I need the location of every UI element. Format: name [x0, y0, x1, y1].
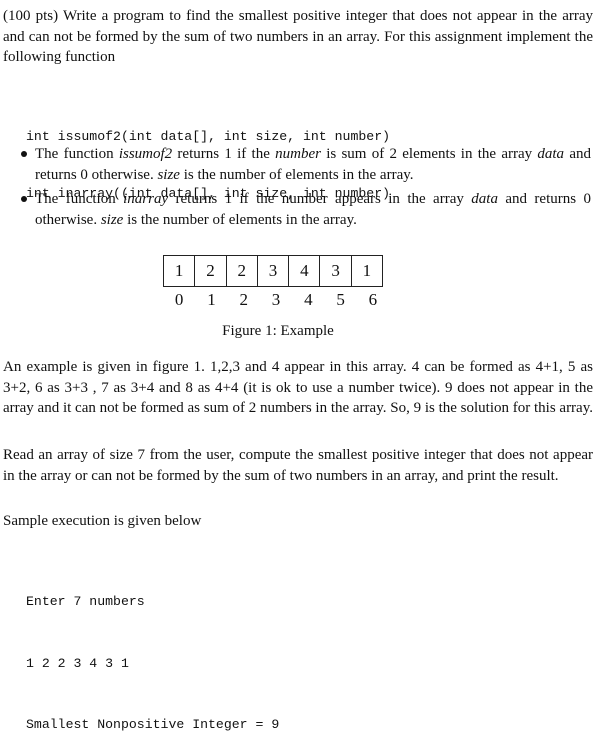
- bullet-icon: [21, 196, 27, 202]
- italic-term: size: [100, 211, 124, 228]
- bullet-inarray: The function inarray returns 1 if the nu…: [21, 189, 591, 230]
- italic-term: issumof2: [118, 146, 173, 162]
- sample-label: Sample execution is given below: [3, 513, 202, 529]
- array-index: 3: [271, 290, 281, 309]
- array-cell: 1: [164, 256, 196, 286]
- italic-term: number: [275, 146, 321, 162]
- text-run: is the number of elements in the array.: [123, 211, 357, 228]
- array-figure: 1 2 2 3 4 3 1: [163, 255, 384, 287]
- text-run: The function: [35, 191, 124, 207]
- text-run: returns 1 if the: [172, 146, 276, 162]
- array-cell: 4: [289, 256, 321, 286]
- italic-term: data: [471, 191, 498, 207]
- intro-paragraph: (100 pts) Write a program to find the sm…: [3, 8, 593, 65]
- italic-term: data: [537, 146, 565, 162]
- sample-output-line: Enter 7 numbers: [26, 594, 145, 609]
- text-run: is sum of 2 elements in the array: [320, 146, 538, 162]
- italic-term: inarray: [123, 191, 169, 207]
- sample-output: Enter 7 numbers 1 2 2 3 4 3 1 Smallest N…: [26, 551, 279, 756]
- text-run: returns 1 if the number appears in the a…: [168, 191, 472, 207]
- bullet-text: The function issumof2 returns 1 if the n…: [35, 146, 591, 183]
- array-index: 4: [304, 290, 313, 309]
- bullet-icon: [21, 151, 27, 157]
- array-index: 6: [368, 290, 378, 309]
- array-indices: 0 1 2 3 4 5 6: [163, 289, 389, 311]
- sample-output-line: 1 2 2 3 4 3 1: [26, 655, 129, 671]
- bullet-text: The function inarray returns 1 if the nu…: [35, 191, 591, 228]
- array-index: 0: [174, 290, 184, 309]
- sample-output-line: Smallest Nonpositive Integer = 9: [26, 717, 280, 732]
- figure-caption: Figure 1: Example: [222, 323, 334, 339]
- task-paragraph: Read an array of size 7 from the user, c…: [3, 447, 593, 484]
- array-cell: 3: [258, 256, 290, 286]
- array-index: 2: [239, 290, 248, 309]
- array-index: 5: [336, 290, 345, 309]
- text-run: The function: [35, 146, 119, 162]
- array-cell: 1: [352, 256, 384, 286]
- array-cell: 2: [227, 256, 258, 286]
- array-index: 1: [207, 290, 216, 309]
- bullet-issumof2: The function issumof2 returns 1 if the n…: [21, 144, 591, 185]
- example-paragraph: An example is given in figure 1. 1,2,3 a…: [3, 359, 593, 416]
- array-cell: 3: [320, 256, 352, 286]
- text-run: is the number of elements in the array.: [179, 166, 414, 183]
- italic-term: size: [157, 166, 180, 183]
- array-cell: 2: [195, 256, 227, 286]
